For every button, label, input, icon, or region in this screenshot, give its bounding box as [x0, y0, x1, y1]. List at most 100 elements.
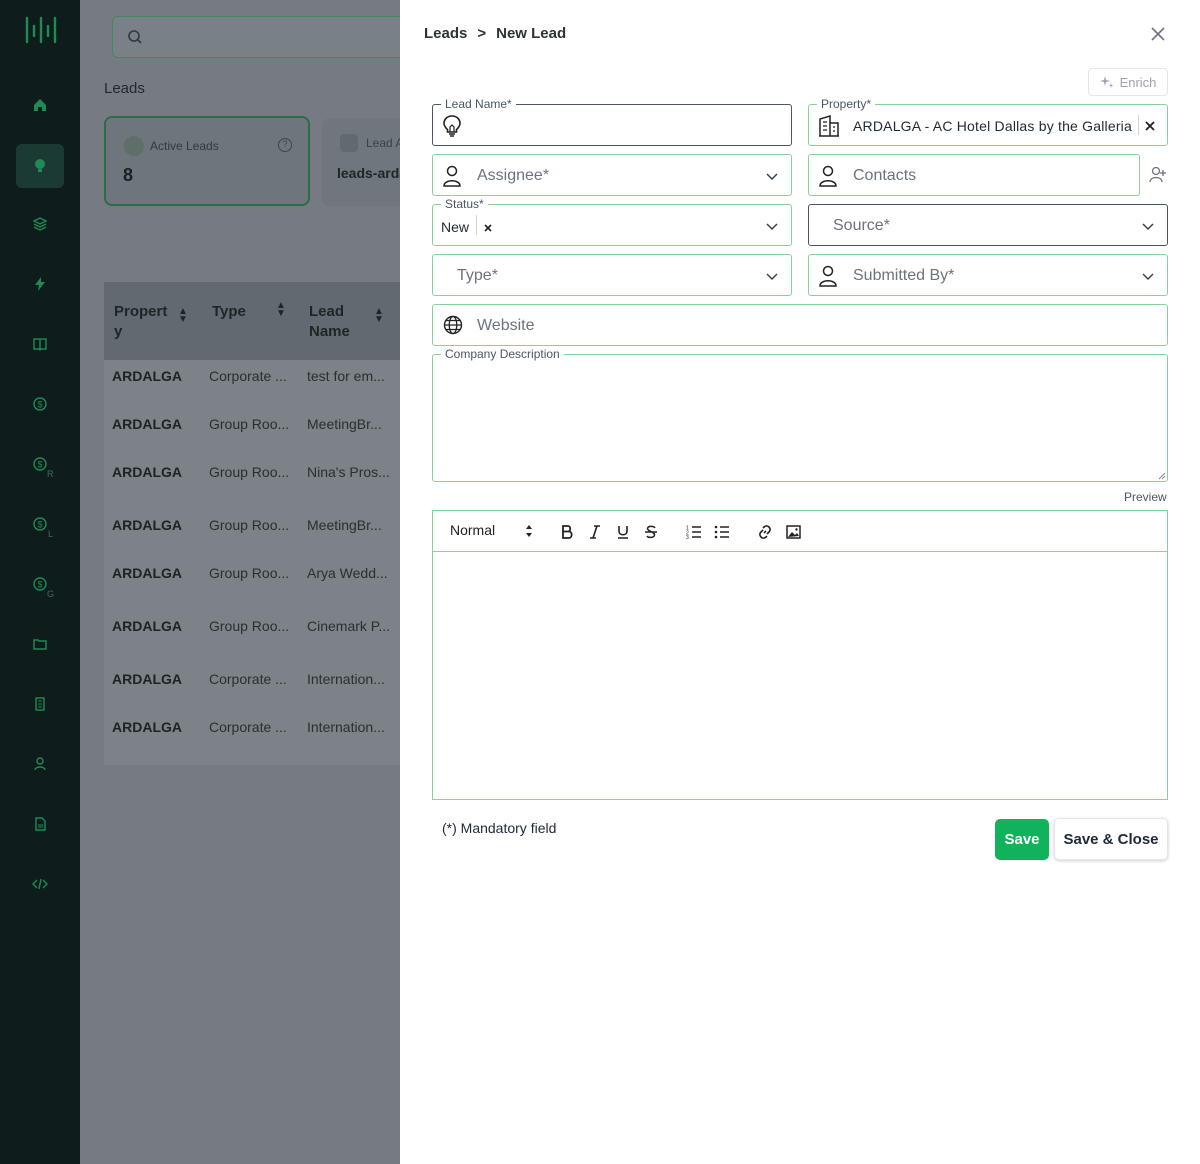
chevron-down-icon[interactable]: [766, 173, 778, 181]
image-button[interactable]: [784, 523, 802, 541]
clear-icon[interactable]: [1145, 121, 1155, 131]
heading-select[interactable]: Normal: [450, 522, 495, 538]
svg-text:$: $: [37, 460, 42, 470]
strikethrough-icon: [645, 525, 657, 539]
sidebar-item-building[interactable]: [16, 682, 64, 726]
bullet-list-button[interactable]: [713, 523, 731, 541]
chevron-down-icon[interactable]: [1142, 223, 1154, 231]
chevron-down-icon[interactable]: [1142, 273, 1154, 281]
contacts-placeholder: Contacts: [853, 167, 917, 184]
source-select[interactable]: Source*: [808, 204, 1168, 246]
user-icon: [819, 165, 837, 187]
submitted-by-placeholder: Submitted By*: [853, 267, 955, 284]
chevron-down-icon[interactable]: [766, 223, 778, 231]
lead-address-card[interactable]: Lead A leads-arda: [322, 118, 400, 206]
sort-icon[interactable]: ▲ ▼: [178, 307, 188, 325]
column-header-property[interactable]: Propert y: [114, 302, 174, 342]
sidebar-item-home[interactable]: [16, 83, 64, 127]
cell-type: Group Roo...: [209, 464, 290, 480]
select-arrows-icon[interactable]: [525, 524, 533, 538]
cell-type: Group Roo...: [209, 517, 290, 533]
type-select[interactable]: Type*: [432, 254, 792, 296]
italic-icon: [590, 525, 600, 539]
sidebar-item-activity[interactable]: [16, 262, 64, 306]
leads-page-background: Leads Active Leads ? 8 Lead A leads-arda…: [80, 0, 400, 1164]
status-select[interactable]: Status* New: [432, 197, 792, 246]
link-icon: [759, 525, 771, 539]
contacts-select[interactable]: Contacts: [808, 154, 1140, 196]
table-row[interactable]: ARDALGA Corporate ... test for em...: [104, 368, 400, 416]
sidebar-item-code[interactable]: [16, 862, 64, 906]
sidebar-item-book[interactable]: [16, 322, 64, 366]
table-row[interactable]: ARDALGA Group Roo... MeetingBr...: [104, 416, 400, 464]
help-icon[interactable]: ?: [278, 138, 292, 152]
table-row[interactable]: ARDALGA Group Roo... MeetingBr...: [104, 517, 400, 565]
cell-lead-name: Nina's Pros...: [307, 464, 390, 480]
cell-lead-name: MeetingBr...: [307, 416, 382, 432]
remove-tag-icon[interactable]: [484, 224, 492, 232]
strikethrough-button[interactable]: [642, 523, 660, 541]
card-label: Active Leads: [150, 139, 219, 153]
sidebar-item-finance-r[interactable]: $: [16, 442, 64, 486]
building-icon: [819, 115, 839, 137]
table-row[interactable]: ARDALGA Group Roo... Arya Wedd...: [104, 565, 400, 613]
link-button[interactable]: [756, 523, 774, 541]
column-header-lead-name[interactable]: Lead Name: [309, 302, 359, 342]
italic-button[interactable]: [586, 523, 604, 541]
save-button[interactable]: Save: [995, 819, 1049, 860]
document-icon: [35, 817, 46, 831]
cell-property: ARDALGA: [112, 618, 182, 634]
table-row[interactable]: ARDALGA Group Roo... Nina's Pros...: [104, 464, 400, 512]
table-row[interactable]: ARDALGA Corporate ... Internation...: [104, 671, 400, 719]
chevron-down-icon[interactable]: [766, 273, 778, 281]
table-row[interactable]: ARDALGA Corporate ... Internation...: [104, 719, 400, 767]
app-logo-icon[interactable]: [24, 14, 58, 46]
image-icon: [785, 525, 801, 539]
separator: [476, 215, 477, 235]
resize-handle-icon[interactable]: [1158, 472, 1166, 480]
cell-property: ARDALGA: [112, 719, 182, 735]
bold-button[interactable]: [558, 523, 576, 541]
table-row[interactable]: ARDALGA Group Roo... Cinemark P...: [104, 618, 400, 666]
field-label: Company Description: [441, 347, 564, 361]
column-header-type[interactable]: Type: [212, 302, 246, 322]
rich-text-editor[interactable]: Normal 123: [432, 510, 1168, 800]
breadcrumb-leads-link[interactable]: Leads: [424, 25, 467, 42]
sort-icon[interactable]: ▲ ▼: [276, 301, 286, 319]
sidebar-item-user[interactable]: [16, 742, 64, 786]
property-select[interactable]: Property* ARDALGA - AC Hotel Dallas by t…: [808, 97, 1168, 146]
cell-type: Corporate ...: [209, 719, 287, 735]
sidebar-item-leads[interactable]: [16, 144, 64, 188]
sidebar-item-layers[interactable]: [16, 202, 64, 246]
ordered-list-button[interactable]: 123: [685, 523, 703, 541]
sparkle-icon: [1099, 76, 1114, 88]
add-contact-icon[interactable]: [1149, 166, 1167, 184]
sort-icon[interactable]: ▲ ▼: [374, 307, 384, 325]
sidebar-item-finance-l[interactable]: $: [16, 502, 64, 546]
sidebar-sub-label: R: [47, 469, 54, 479]
type-placeholder: Type*: [457, 267, 498, 284]
sidebar-item-folder[interactable]: [16, 622, 64, 666]
svg-text:$: $: [37, 400, 42, 410]
card-value: 8: [123, 165, 134, 185]
lead-name-field[interactable]: Lead Name*: [432, 97, 792, 146]
sidebar-item-document[interactable]: [16, 802, 64, 846]
sidebar-item-finance[interactable]: $: [16, 382, 64, 426]
page-title: Leads: [104, 80, 145, 97]
global-search-input[interactable]: [112, 16, 400, 58]
close-icon[interactable]: [1150, 26, 1166, 42]
field-label: Lead Name*: [441, 97, 516, 111]
assignee-select[interactable]: Assignee*: [432, 154, 792, 196]
sidebar-sub-label: G: [47, 589, 55, 599]
website-field[interactable]: Website: [432, 304, 1168, 346]
underline-button[interactable]: [614, 523, 632, 541]
active-leads-card[interactable]: Active Leads ? 8: [104, 116, 310, 206]
enrich-button[interactable]: Enrich: [1088, 68, 1168, 96]
cell-property: ARDALGA: [112, 416, 182, 432]
sidebar-item-finance-g[interactable]: $: [16, 562, 64, 606]
preview-link[interactable]: Preview: [1124, 490, 1167, 504]
cell-property: ARDALGA: [112, 671, 182, 687]
company-description-textarea[interactable]: Company Description: [432, 347, 1168, 482]
submitted-by-select[interactable]: Submitted By*: [808, 254, 1168, 296]
save-and-close-button[interactable]: Save & Close: [1054, 818, 1168, 860]
